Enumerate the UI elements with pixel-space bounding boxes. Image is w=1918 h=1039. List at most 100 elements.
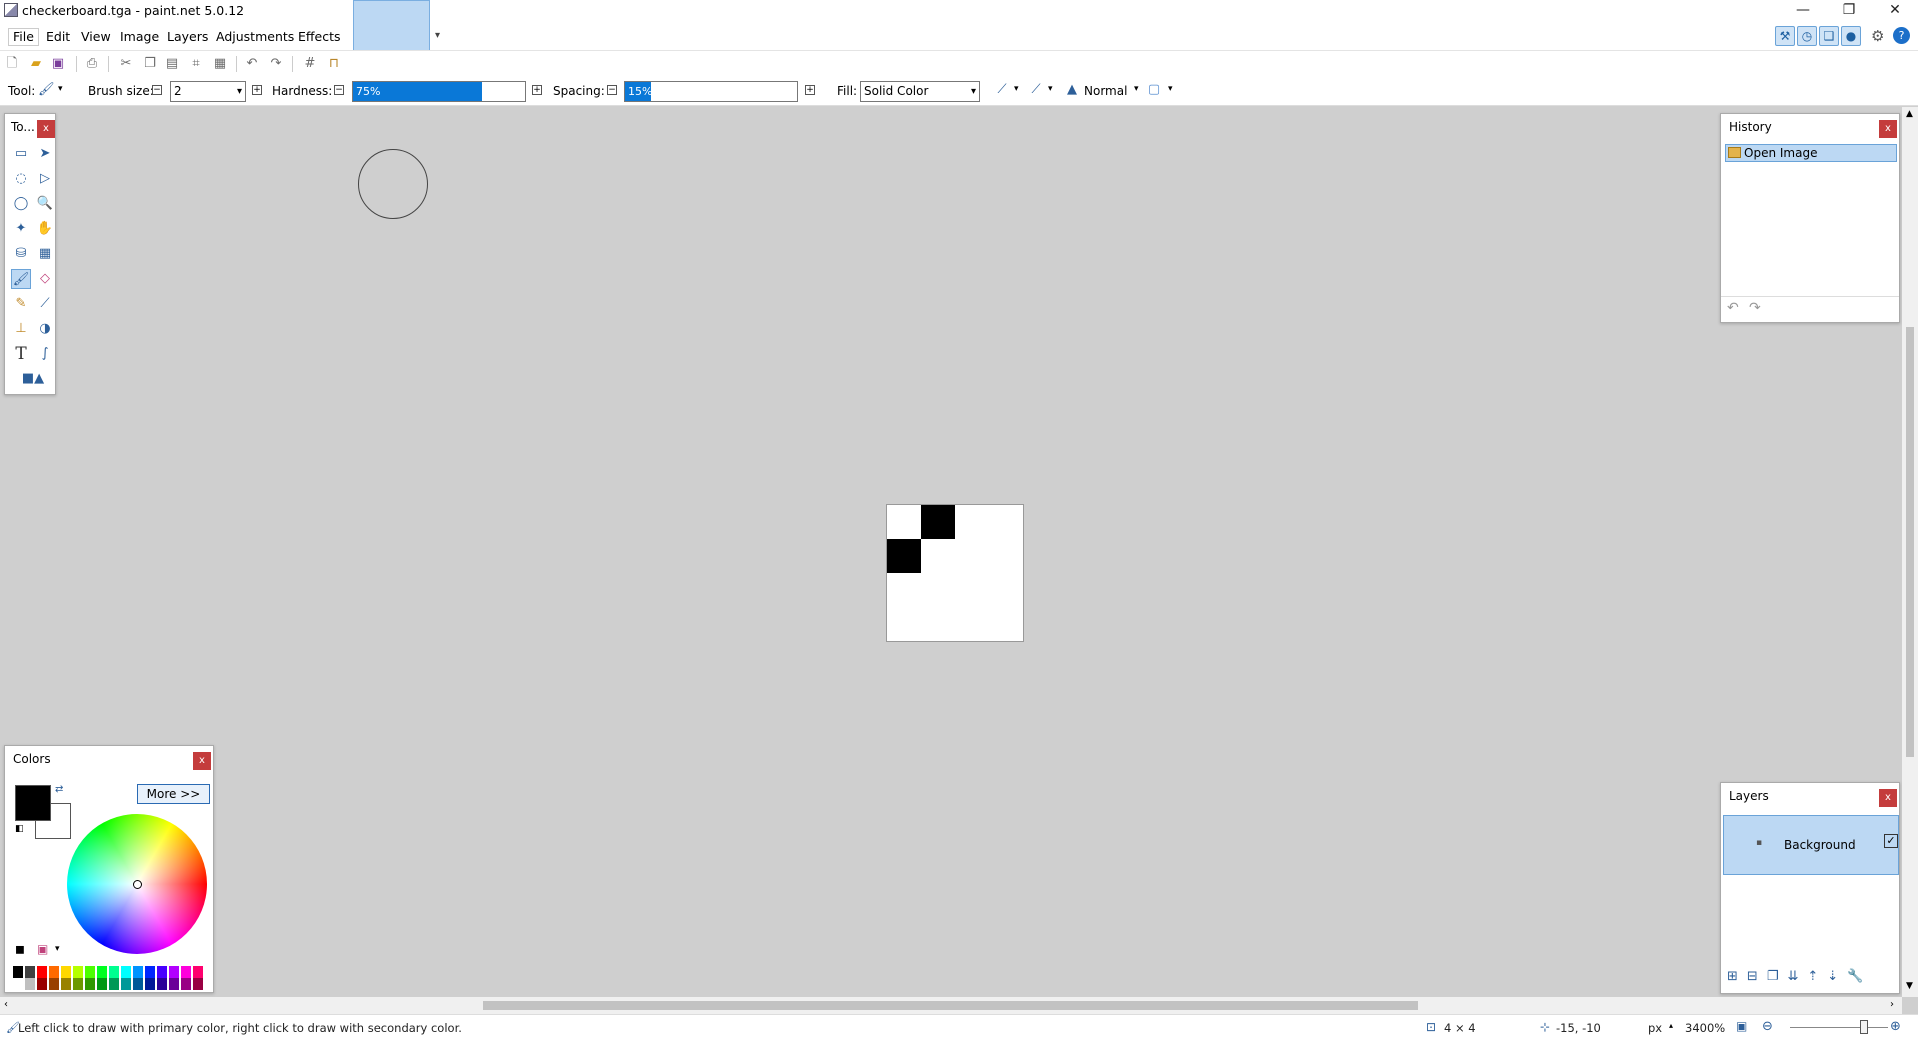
add-layer-icon[interactable]: ⊞ (1727, 969, 1747, 984)
reset-colors-icon[interactable]: ◧ (15, 824, 27, 836)
menu-edit[interactable]: Edit (42, 28, 74, 46)
decrease-spacing-button[interactable]: − (607, 85, 617, 95)
zoom-slider-handle[interactable] (1860, 1020, 1868, 1034)
vertical-scroll-thumb[interactable] (1906, 327, 1914, 757)
help-icon[interactable]: ? (1893, 27, 1910, 44)
palette-swatch[interactable] (169, 966, 179, 978)
chevron-down-icon[interactable]: ▾ (1168, 84, 1173, 94)
grid-icon[interactable]: # (302, 56, 318, 72)
shapes-icon[interactable]: ■▲ (15, 369, 51, 389)
ellipse-select-icon[interactable]: ◯ (11, 194, 31, 214)
colors-panel-close-button[interactable]: x (193, 752, 211, 770)
cut-icon[interactable]: ✂ (118, 56, 134, 72)
more-colors-button[interactable]: More >> (137, 784, 210, 804)
menu-view[interactable]: View (77, 28, 115, 46)
new-icon[interactable]: 🗋 (4, 56, 20, 72)
increase-brush-size-button[interactable]: + (252, 85, 262, 95)
clone-stamp-icon[interactable]: ⊥ (11, 319, 31, 339)
antialiasing-icon[interactable]: ⟋ (994, 82, 1010, 98)
gradient-icon[interactable]: ▦ (35, 244, 55, 264)
chevron-down-icon[interactable]: ▾ (1048, 84, 1053, 94)
palette-swatch[interactable] (97, 978, 107, 990)
decrease-brush-size-button[interactable]: − (152, 85, 162, 95)
history-toggle-icon[interactable]: ◷ (1797, 26, 1817, 46)
palette-swatch[interactable] (13, 978, 23, 990)
layers-toggle-icon[interactable]: ❑ (1819, 26, 1839, 46)
palette-swatch[interactable] (145, 978, 155, 990)
horizontal-scrollbar[interactable]: ‹ › (0, 997, 1902, 1014)
layer-properties-icon[interactable]: 🔧 (1847, 969, 1872, 984)
duplicate-layer-icon[interactable]: ❐ (1767, 969, 1788, 984)
palette-swatch[interactable] (97, 966, 107, 978)
selection-clipping-icon[interactable]: ▢ (1146, 82, 1162, 98)
blend-mode-value[interactable]: Normal (1084, 84, 1127, 98)
chevron-down-icon[interactable]: ▾ (1014, 84, 1019, 94)
lasso-select-icon[interactable]: ◌ (11, 169, 31, 189)
move-layer-down-icon[interactable]: ⇣ (1827, 969, 1847, 984)
paste-icon[interactable]: ▤ (164, 56, 180, 72)
palette-swatch[interactable] (169, 978, 179, 990)
gear-icon[interactable]: ⚙ (1871, 27, 1884, 45)
palette-swatch[interactable] (37, 978, 47, 990)
chevron-up-icon[interactable]: ▴ (1669, 1021, 1673, 1030)
alpha-blending-icon[interactable]: ⟋ (1028, 82, 1044, 98)
color-picker-icon[interactable]: ⟋ (35, 294, 55, 314)
move-selected-icon[interactable]: ➤ (35, 144, 55, 164)
palette-swatch[interactable] (193, 978, 203, 990)
magic-wand-icon[interactable]: ✦ (11, 219, 31, 239)
rectangle-select-icon[interactable]: ▭ (11, 144, 31, 164)
palette-swatch[interactable] (13, 966, 23, 978)
increase-hardness-button[interactable]: + (532, 85, 542, 95)
palette-swatch[interactable] (49, 978, 59, 990)
chevron-down-icon[interactable]: ▾ (55, 944, 60, 954)
menu-effects[interactable]: Effects (294, 28, 345, 46)
redo-icon[interactable]: ↷ (268, 56, 284, 72)
line-curve-icon[interactable]: ∫ (35, 344, 55, 364)
zoom-slider[interactable] (1790, 1027, 1888, 1028)
palette-swatch[interactable] (181, 966, 191, 978)
chevron-down-icon[interactable]: ▾ (58, 84, 63, 94)
palette-swatch[interactable] (157, 966, 167, 978)
blend-mode-icon[interactable]: ▲ (1064, 82, 1080, 98)
zoom-out-icon[interactable]: ⊖ (1762, 1019, 1773, 1034)
tools-toggle-icon[interactable]: ⚒ (1775, 26, 1795, 46)
scroll-left-icon[interactable]: ‹ (4, 999, 8, 1010)
vertical-scrollbar[interactable]: ▲ ▼ (1902, 107, 1918, 997)
menu-file[interactable]: File (8, 28, 39, 46)
merge-layer-icon[interactable]: ⇊ (1787, 969, 1807, 984)
palette-swatch[interactable] (109, 966, 119, 978)
color-wheel[interactable] (67, 814, 207, 954)
history-redo-icon[interactable]: ↷ (1749, 300, 1761, 316)
close-button[interactable]: ✕ (1872, 0, 1918, 22)
primary-color-swatch[interactable] (15, 785, 51, 821)
restore-button[interactable]: ❐ (1826, 0, 1872, 22)
text-icon[interactable]: T (11, 344, 31, 364)
palette-swatch[interactable] (121, 966, 131, 978)
palette-swatch[interactable] (181, 978, 191, 990)
chevron-down-icon[interactable]: ▾ (1134, 84, 1139, 94)
history-item[interactable]: Open Image (1725, 144, 1897, 162)
hardness-slider[interactable]: 75% (352, 81, 526, 102)
zoom-to-window-icon[interactable]: ▣ (1736, 1019, 1747, 1033)
chevron-down-icon[interactable]: ▾ (435, 30, 440, 41)
palette-swatch[interactable] (133, 978, 143, 990)
scroll-right-icon[interactable]: › (1890, 999, 1894, 1010)
zoom-icon[interactable]: 🔍 (35, 194, 55, 214)
delete-layer-icon[interactable]: ⊟ (1747, 969, 1767, 984)
tools-panel-close-button[interactable]: x (37, 120, 55, 138)
move-layer-up-icon[interactable]: ⇡ (1807, 969, 1827, 984)
palette-swatch[interactable] (193, 966, 203, 978)
palette-swatch[interactable] (133, 966, 143, 978)
paint-bucket-icon[interactable]: ⛁ (11, 244, 31, 264)
swap-colors-icon[interactable]: ⇄ (55, 784, 63, 795)
spacing-slider[interactable]: 15% (624, 81, 798, 102)
undo-icon[interactable]: ↶ (244, 56, 260, 72)
zoom-level[interactable]: 3400% (1685, 1021, 1725, 1035)
scroll-down-icon[interactable]: ▼ (1906, 981, 1913, 991)
rulers-icon[interactable]: ⊓ (326, 56, 342, 72)
eraser-icon[interactable]: ◇ (35, 269, 55, 289)
increase-spacing-button[interactable]: + (805, 85, 815, 95)
palette-swatch[interactable] (49, 966, 59, 978)
print-icon[interactable]: ⎙ (84, 56, 100, 72)
deselect-icon[interactable]: ▦ (212, 56, 228, 72)
